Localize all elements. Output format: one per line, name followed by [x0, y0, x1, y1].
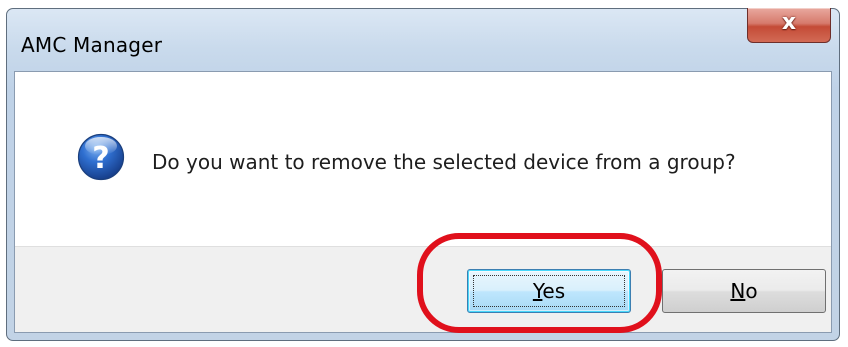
- close-button[interactable]: x: [747, 8, 831, 43]
- yes-button-label: Yes: [533, 279, 565, 303]
- message-area: ? Do you want to remove the selected dev…: [15, 72, 831, 246]
- screenshot-stage: AMC Manager x ? Do you want to remove th…: [0, 0, 848, 347]
- no-mnemonic: N: [730, 279, 746, 303]
- no-label-rest: o: [745, 279, 758, 303]
- yes-label-rest: es: [542, 279, 566, 303]
- yes-button[interactable]: Yes: [467, 269, 631, 313]
- dialog-client-area: ? Do you want to remove the selected dev…: [14, 71, 832, 333]
- no-button[interactable]: No: [662, 269, 826, 313]
- message-text: Do you want to remove the selected devic…: [152, 150, 736, 174]
- close-icon: x: [781, 10, 797, 35]
- dialog-window: AMC Manager x ? Do you want to remove th…: [6, 8, 840, 341]
- svg-text:?: ?: [92, 141, 109, 176]
- title-bar[interactable]: AMC Manager x: [7, 8, 839, 71]
- no-button-label: No: [730, 279, 757, 303]
- window-title: AMC Manager: [21, 33, 163, 57]
- yes-mnemonic: Y: [532, 279, 543, 303]
- question-icon: ?: [77, 133, 125, 181]
